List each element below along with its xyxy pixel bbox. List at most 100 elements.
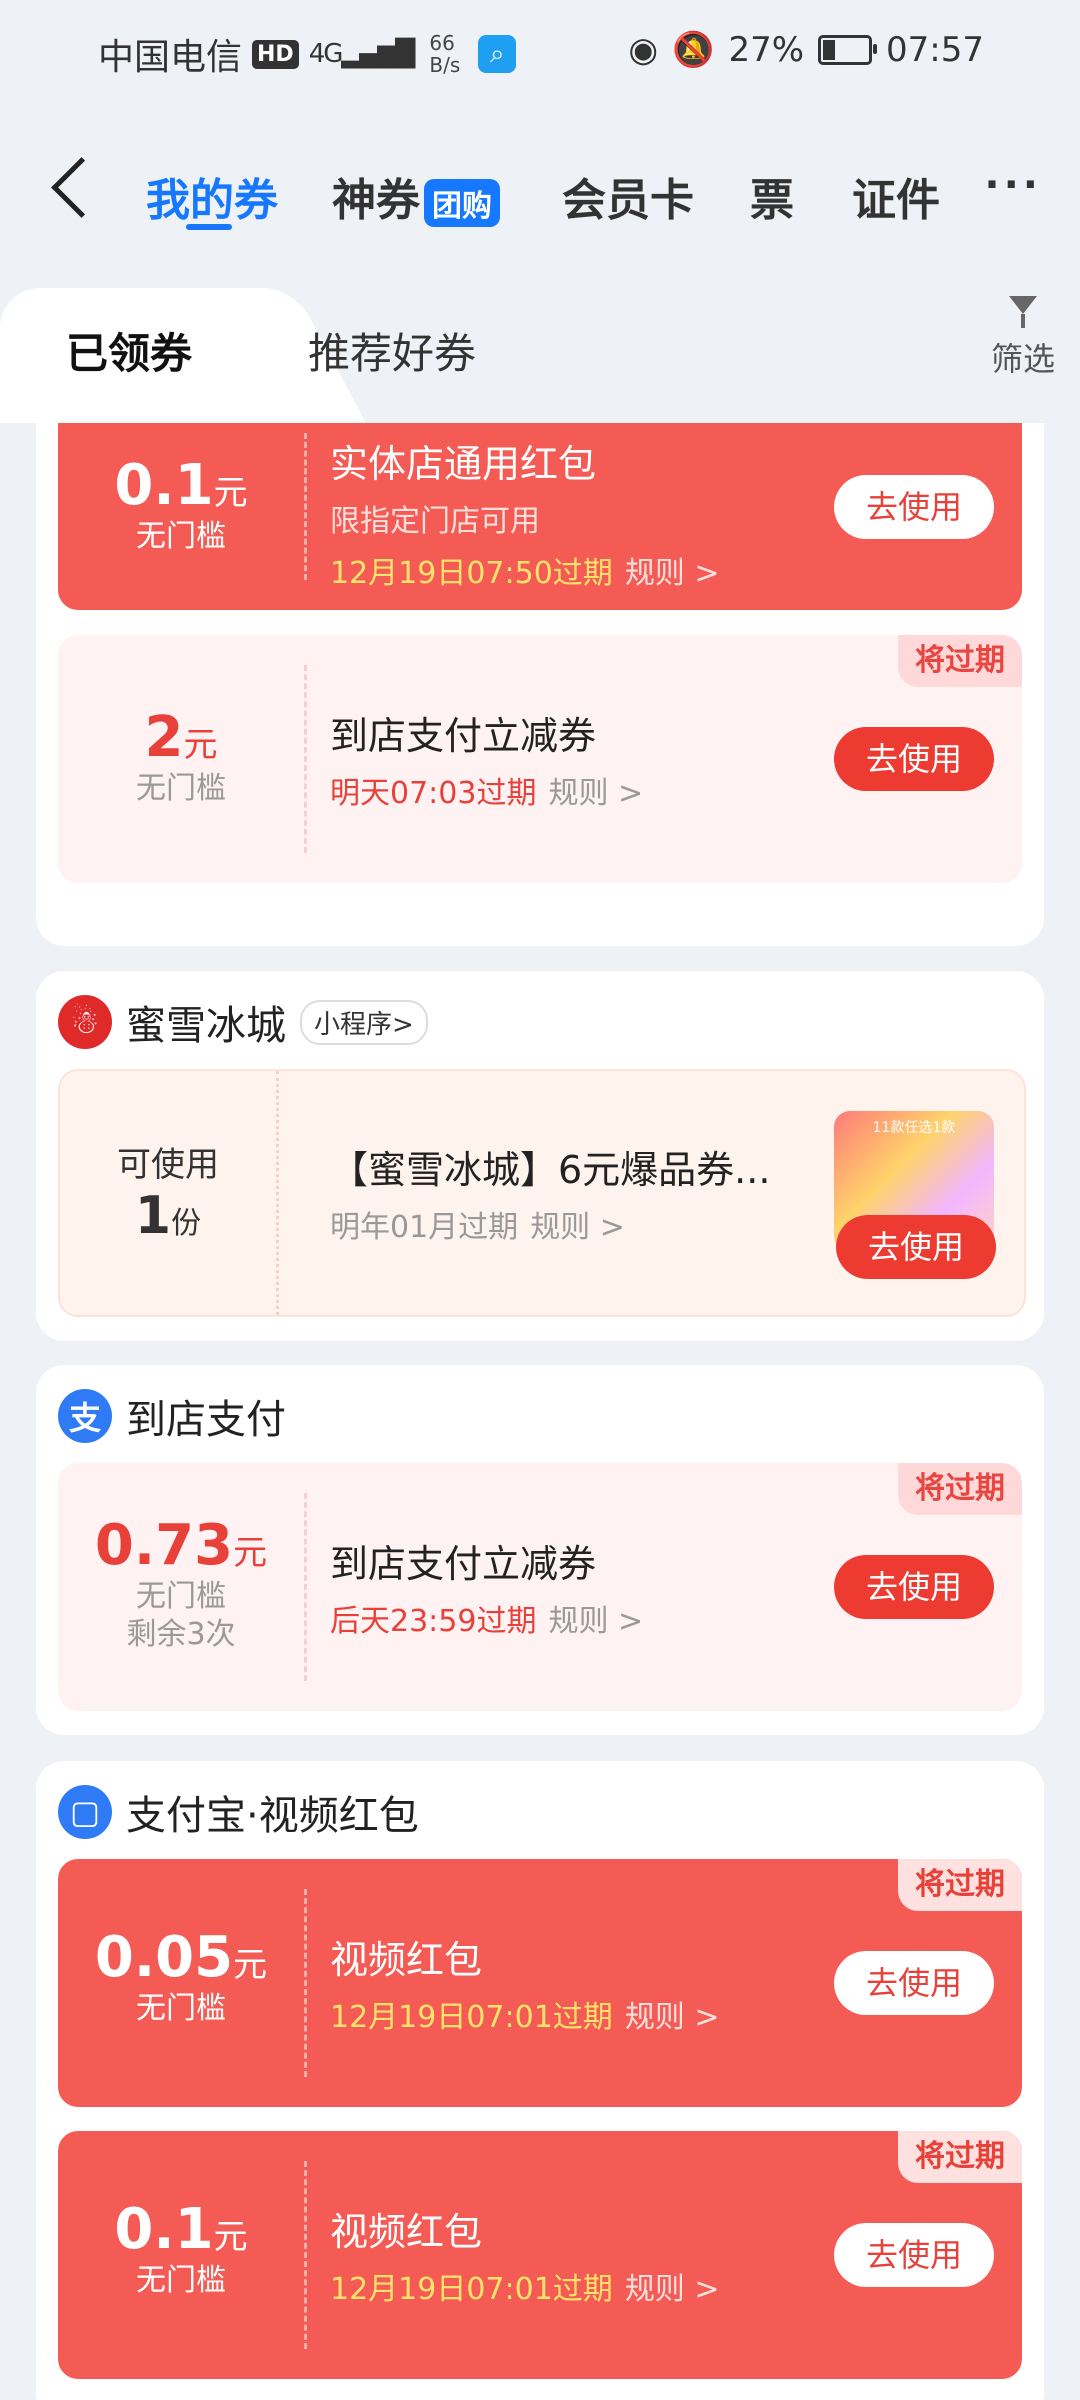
- expiring-tag: 将过期: [898, 1859, 1022, 1911]
- use-button[interactable]: 去使用: [834, 727, 994, 791]
- battery-icon: [818, 35, 878, 65]
- coupon-card[interactable]: 2元 无门槛 到店支付立减券 明天07:03过期 规则 > 去使用 将过期: [58, 635, 1022, 883]
- filter-button[interactable]: 筛选: [988, 296, 1058, 380]
- coupon-title: 视频红包: [330, 2210, 483, 2254]
- coupon-title: 视频红包: [330, 1938, 483, 1982]
- eye-icon: ◉: [628, 30, 659, 70]
- tab-my-coupons[interactable]: 我的券: [146, 164, 278, 228]
- sub-tab-recommended[interactable]: 推荐好券: [308, 320, 476, 381]
- available-count: 1份: [60, 1186, 276, 1246]
- amount-value: 0.1: [114, 2197, 214, 2262]
- amount-unit: 元: [213, 2217, 248, 2257]
- coupon-remaining: 剩余3次: [126, 1617, 236, 1652]
- coupon-rule-link[interactable]: 规则 >: [625, 556, 720, 591]
- clock: 07:57: [886, 30, 984, 70]
- coupon-amount-area: 0.73元 无门槛 剩余3次: [58, 1463, 304, 1711]
- thumbnail-caption: 11款任选1款: [872, 1120, 956, 1136]
- tab-documents[interactable]: 证件: [852, 164, 940, 228]
- amount-unit: 元: [213, 473, 248, 513]
- coupon-subtitle: 限指定门店可用: [330, 504, 540, 539]
- amount-unit: 元: [233, 1945, 268, 1985]
- use-button[interactable]: 去使用: [834, 1555, 994, 1619]
- network-speed: 66 B/s: [429, 32, 460, 76]
- group-header[interactable]: 支 到店支付: [58, 1387, 286, 1445]
- alipay-logo-icon: 支: [58, 1389, 112, 1443]
- coupon-rule-link[interactable]: 规则 >: [548, 776, 643, 811]
- coupon-title: 到店支付立减券: [330, 1542, 597, 1586]
- sub-tab-received[interactable]: 已领券: [66, 320, 192, 381]
- top-nav: 我的券 神券 团购 会员卡 票 证件 ···: [0, 150, 1080, 240]
- coupon-condition: 无门槛: [136, 519, 226, 554]
- coupon-expiry-row: 明年01月过期 规则 >: [330, 1202, 770, 1246]
- status-left: 中国电信 HD 4G▂▄▆█ 66 B/s ⌕: [98, 28, 517, 80]
- more-menu-icon[interactable]: ···: [984, 162, 1042, 208]
- tab-shenquan[interactable]: 神券 团购: [332, 164, 500, 228]
- coupon-expiry: 明天07:03过期: [330, 776, 537, 811]
- amount-value: 0.1: [114, 453, 214, 518]
- mute-bell-icon: 🔕: [672, 30, 715, 70]
- coupon-amount-area: 2元 无门槛: [58, 635, 304, 883]
- amount-value: 0.05: [94, 1925, 234, 1990]
- coupon-condition: 无门槛: [136, 771, 226, 806]
- coupon-condition: 无门槛: [136, 2263, 226, 2298]
- available-label: 可使用: [117, 1145, 219, 1185]
- video-logo-icon: ▢: [58, 1785, 112, 1839]
- coupon-title: 实体店通用红包: [330, 442, 597, 486]
- coupon-rule-link[interactable]: 规则 >: [548, 1604, 643, 1639]
- coupon-divider: [304, 665, 307, 853]
- use-button[interactable]: 去使用: [834, 2223, 994, 2287]
- group-header[interactable]: ▢ 支付宝·视频红包: [58, 1783, 419, 1841]
- tuangou-badge: 团购: [424, 179, 500, 227]
- coupon-group-mixue: ☃ 蜜雪冰城 小程序> 可使用 1份 【蜜雪冰城】6元爆品券... 明年01月过…: [36, 971, 1044, 1341]
- amount-value: 0.73: [94, 1513, 234, 1578]
- group-header[interactable]: ☃ 蜜雪冰城 小程序>: [58, 993, 428, 1051]
- coupon-card[interactable]: 0.73元 无门槛 剩余3次 到店支付立减券 后天23:59过期 规则 > 去使用…: [58, 1463, 1022, 1711]
- coupon-expiry: 12月19日07:01过期: [330, 2272, 613, 2307]
- carrier-label: 中国电信: [98, 37, 243, 78]
- coupon-amount: 2元: [58, 705, 304, 770]
- coupon-condition: 无门槛: [136, 1991, 226, 2026]
- group-title: 支付宝·视频红包: [126, 1793, 419, 1839]
- coupon-divider: [304, 433, 307, 580]
- coupon-rule-link[interactable]: 规则 >: [530, 1210, 625, 1245]
- use-button[interactable]: 去使用: [834, 475, 994, 539]
- amount-unit: 元: [183, 725, 218, 765]
- filter-icon: [1009, 296, 1037, 314]
- coupon-amount-area: 0.05元 无门槛: [58, 1859, 304, 2107]
- coupon-expiry-row: 明天07:03过期 规则 >: [330, 768, 643, 812]
- coupon-divider: [304, 2161, 307, 2349]
- coupon-list[interactable]: 0.1元 无门槛 实体店通用红包 限指定门店可用 12月19日07:50过期 规则…: [0, 423, 1080, 2400]
- use-button[interactable]: 去使用: [834, 1951, 994, 2015]
- signal-icon: 4G▂▄▆█: [308, 39, 416, 69]
- hd-icon: HD: [252, 39, 299, 69]
- coupon-rule-link[interactable]: 规则 >: [625, 2000, 720, 2035]
- coupon-card[interactable]: 0.05元 无门槛 视频红包 12月19日07:01过期 规则 > 去使用 将过期: [58, 1859, 1022, 2107]
- coupon-info: 【蜜雪冰城】6元爆品券... 明年01月过期 规则 >: [330, 1139, 770, 1246]
- tab-member-card[interactable]: 会员卡: [562, 164, 694, 228]
- search-app-icon: ⌕: [478, 35, 517, 73]
- expiring-tag: 将过期: [898, 1463, 1022, 1515]
- coupon-amount-area: 0.1元 无门槛: [58, 423, 304, 610]
- tab-tickets[interactable]: 票: [750, 164, 794, 228]
- coupon-card[interactable]: 0.1元 无门槛 实体店通用红包 限指定门店可用 12月19日07:50过期 规则…: [58, 423, 1022, 610]
- speed-unit: B/s: [429, 53, 461, 77]
- coupon-card[interactable]: 0.1元 无门槛 视频红包 12月19日07:01过期 规则 > 去使用 将过期: [58, 2131, 1022, 2379]
- coupon-title: 到店支付立减券: [330, 714, 597, 758]
- mini-program-badge[interactable]: 小程序>: [300, 999, 428, 1045]
- back-arrow-icon[interactable]: [51, 157, 112, 218]
- coupon-group-video-redpacket: ▢ 支付宝·视频红包 0.05元 无门槛 视频红包 12月19日07:01过期规…: [36, 1761, 1044, 2400]
- status-right: ◉ 🔕 27% 07:57: [628, 30, 984, 70]
- use-button[interactable]: 去使用: [836, 1215, 996, 1279]
- group-title: 到店支付: [126, 1397, 286, 1443]
- coupon-info: 视频红包 12月19日07:01过期 规则 >: [330, 1929, 720, 2036]
- coupon-card[interactable]: 可使用 1份 【蜜雪冰城】6元爆品券... 明年01月过期 规则 > 11款任选1…: [58, 1069, 1026, 1317]
- amount-value: 2: [144, 705, 184, 770]
- coupon-info: 到店支付立减券 后天23:59过期 规则 >: [330, 1533, 643, 1640]
- coupon-amount: 0.1元: [58, 453, 304, 518]
- speed-value: 66: [429, 31, 455, 55]
- coupon-expiry: 12月19日07:50过期: [330, 556, 613, 591]
- coupon-rule-link[interactable]: 规则 >: [625, 2272, 720, 2307]
- coupon-amount: 0.73元: [58, 1513, 304, 1578]
- coupon-expiry-row: 12月19日07:50过期 规则 >: [330, 548, 720, 592]
- tab-shenquan-label: 神券: [332, 175, 420, 226]
